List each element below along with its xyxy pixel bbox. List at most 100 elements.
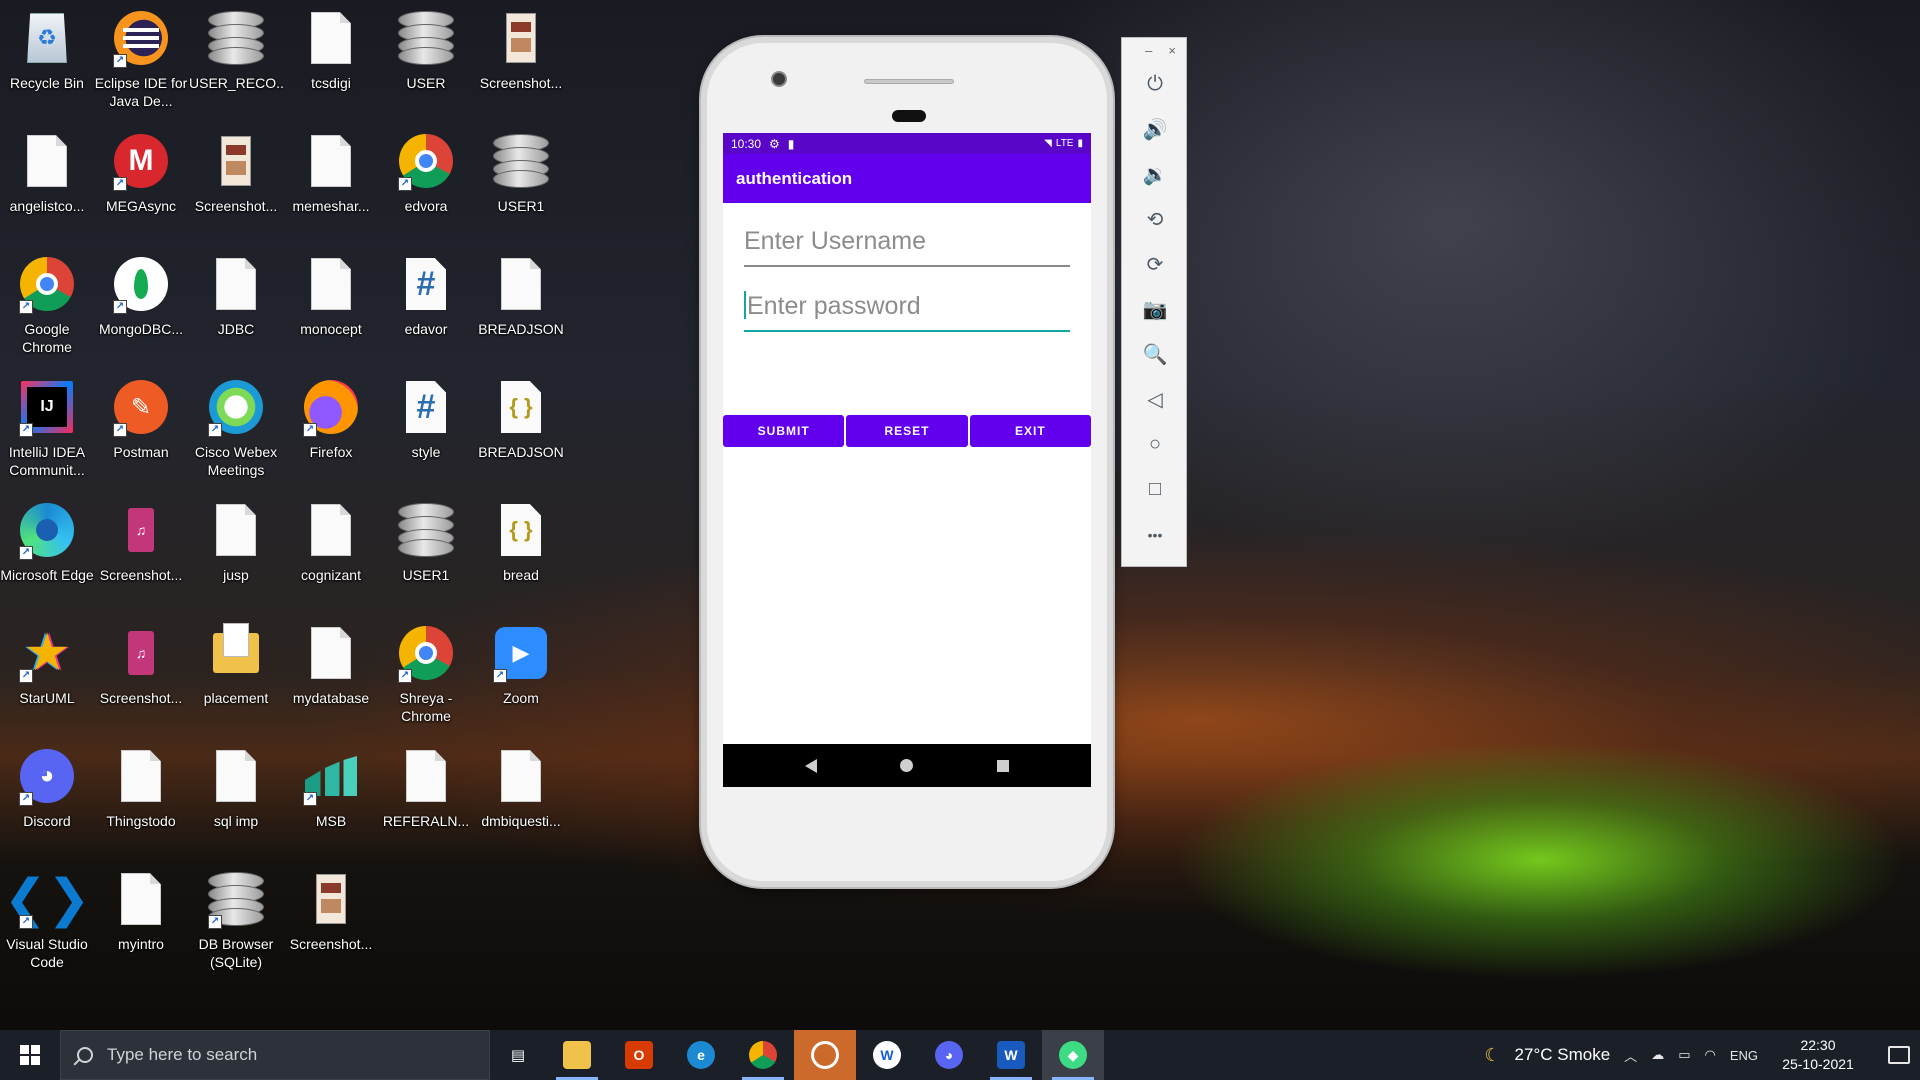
nav-back-icon[interactable] [804, 758, 817, 773]
android-nav-bar [723, 744, 1091, 787]
app-icon[interactable] [794, 1030, 856, 1080]
desktop-shortcut[interactable]: { } BREADJSON [474, 369, 568, 487]
desktop-shortcut[interactable]: ◕ ↗ Discord [0, 738, 94, 856]
front-camera [771, 71, 787, 87]
desktop-shortcut[interactable]: BREADJSON [474, 246, 568, 364]
desktop-shortcut[interactable]: Thingstodo [94, 738, 188, 856]
close-icon[interactable]: × [1168, 43, 1176, 58]
volume-down-icon[interactable]: 🔉 [1122, 152, 1188, 197]
edge-icon[interactable]: e [670, 1030, 732, 1080]
desktop-shortcut[interactable]: USER1 [474, 123, 568, 241]
desktop-shortcut[interactable]: memeshar... [284, 123, 378, 241]
wifi-icon[interactable]: ◠ [1704, 1047, 1715, 1063]
desktop-shortcut[interactable]: # edavor [379, 246, 473, 364]
desktop-shortcut[interactable]: ↗ Cisco Webex Meetings [189, 369, 283, 487]
chevron-up-icon[interactable]: ︿ [1624, 1046, 1637, 1065]
weather-text[interactable]: 27°C Smoke [1515, 1045, 1611, 1065]
file-explorer-icon[interactable] [546, 1030, 608, 1080]
desktop-shortcut[interactable]: ♫ Screenshot... [94, 615, 188, 733]
language-indicator[interactable]: ENG [1730, 1048, 1758, 1063]
chrome-icon: ↗ [17, 254, 77, 314]
app-icon-2[interactable]: W [856, 1030, 918, 1080]
desktop-shortcut[interactable]: ✎ ↗ Postman [94, 369, 188, 487]
desktop-shortcut[interactable]: ↗ Shreya - Chrome [379, 615, 473, 733]
rotate-left-icon[interactable]: ⟲ [1122, 197, 1188, 242]
desktop-shortcut[interactable]: IJ ↗ IntelliJ IDEA Communit... [0, 369, 94, 487]
desktop-shortcut[interactable]: placement [189, 615, 283, 733]
taskbar-clock[interactable]: 22:30 25-10-2021 [1772, 1036, 1864, 1074]
office-icon[interactable]: O [608, 1030, 670, 1080]
android-studio-icon[interactable]: ◆ [1042, 1030, 1104, 1080]
reset-button[interactable]: RESET [846, 415, 968, 447]
desktop-shortcut[interactable]: ↗ edvora [379, 123, 473, 241]
desktop-shortcut[interactable]: # style [379, 369, 473, 487]
username-input[interactable] [744, 218, 1070, 264]
desktop-shortcut[interactable]: USER [379, 0, 473, 118]
nav-recents-icon[interactable] [997, 759, 1010, 772]
desktop-shortcut[interactable]: ↗ MSB [284, 738, 378, 856]
submit-button[interactable]: SUBMIT [723, 415, 845, 447]
earpiece-speaker [864, 79, 954, 84]
desktop-shortcut[interactable]: jusp [189, 492, 283, 610]
zoom-icon[interactable]: 🔍 [1122, 332, 1188, 377]
password-input[interactable] [747, 283, 1073, 329]
desktop-shortcut[interactable]: JDBC [189, 246, 283, 364]
desktop-shortcut[interactable]: ↗ Microsoft Edge [0, 492, 94, 610]
desktop-shortcut[interactable]: dmbiquesti... [474, 738, 568, 856]
word-icon[interactable]: W [980, 1030, 1042, 1080]
desktop-shortcut[interactable]: REFERALN... [379, 738, 473, 856]
home-icon[interactable]: ○ [1122, 422, 1188, 467]
desktop-shortcut[interactable]: myintro [94, 861, 188, 979]
onedrive-cloud-icon[interactable]: ☁ [1651, 1047, 1664, 1063]
desktop-shortcut-label: edavor [404, 321, 448, 337]
desktop-shortcut[interactable]: ↗ Google Chrome [0, 246, 94, 364]
desktop-shortcut[interactable]: ↗ Firefox [284, 369, 378, 487]
desktop-shortcut[interactable]: ↗ DB Browser (SQLite) [189, 861, 283, 979]
minimize-icon[interactable]: – [1145, 43, 1152, 58]
desktop-shortcut[interactable]: angelistco... [0, 123, 94, 241]
file-icon [301, 500, 361, 560]
desktop-shortcut[interactable]: sql imp [189, 738, 283, 856]
megasync-icon: M ↗ [111, 131, 171, 191]
exit-button[interactable]: EXIT [969, 415, 1091, 447]
task-view-icon[interactable]: ▤ [490, 1030, 546, 1080]
shortcut-arrow-icon: ↗ [19, 300, 33, 314]
volume-up-icon[interactable]: 🔊 [1122, 107, 1188, 152]
desktop-shortcut[interactable]: mydatabase [284, 615, 378, 733]
desktop-shortcut[interactable]: Screenshot... [284, 861, 378, 979]
power-icon[interactable]: ⏻ [1122, 62, 1188, 107]
desktop-shortcut[interactable]: Screenshot... [189, 123, 283, 241]
phone-screen[interactable]: 10:30 ⚙ ▮ ◥ LTE ▮ authentication SUBMIT … [723, 133, 1091, 787]
notification-center-icon[interactable] [1888, 1046, 1910, 1064]
more-icon[interactable]: ••• [1122, 512, 1188, 557]
desktop-shortcut[interactable]: M ↗ MEGAsync [94, 123, 188, 241]
desktop-shortcut[interactable]: monocept [284, 246, 378, 364]
battery-icon[interactable]: ▭ [1678, 1047, 1690, 1063]
start-button[interactable] [0, 1030, 60, 1080]
overview-icon[interactable]: □ [1122, 467, 1188, 512]
camera-icon[interactable]: 📷 [1122, 287, 1188, 332]
desktop-shortcut[interactable]: ❮❯ ↗ Visual Studio Code [0, 861, 94, 979]
taskbar-search[interactable]: Type here to search [60, 1030, 490, 1080]
rotate-right-icon[interactable]: ⟳ [1122, 242, 1188, 287]
desktop-shortcut[interactable]: ↗ Eclipse IDE for Java De... [94, 0, 188, 118]
desktop-shortcut[interactable]: ♫ Screenshot... [94, 492, 188, 610]
desktop-shortcut[interactable]: Screenshot... [474, 0, 568, 118]
desktop-shortcut[interactable]: USER1 [379, 492, 473, 610]
clock-date: 25-10-2021 [1782, 1056, 1854, 1072]
desktop-shortcut[interactable]: ★ ↗ StarUML [0, 615, 94, 733]
desktop-shortcut[interactable]: cognizant [284, 492, 378, 610]
desktop-shortcut[interactable]: tcsdigi [284, 0, 378, 118]
desktop-shortcut[interactable]: ↗ MongoDBC... [94, 246, 188, 364]
discord-icon[interactable]: ◕ [918, 1030, 980, 1080]
desktop-shortcut[interactable]: ▶ ↗ Zoom [474, 615, 568, 733]
desktop-shortcut[interactable]: { } bread [474, 492, 568, 610]
shortcut-arrow-icon: ↗ [208, 423, 222, 437]
desktop-shortcut[interactable]: ♻ Recycle Bin [0, 0, 94, 118]
chrome-icon[interactable] [732, 1030, 794, 1080]
back-icon[interactable]: ◁ [1122, 377, 1188, 422]
desktop-shortcut[interactable]: USER_RECO... [189, 0, 283, 118]
desktop-shortcut-label: REFERALN... [382, 813, 470, 829]
nav-home-icon[interactable] [900, 759, 914, 772]
database-icon [396, 8, 456, 68]
